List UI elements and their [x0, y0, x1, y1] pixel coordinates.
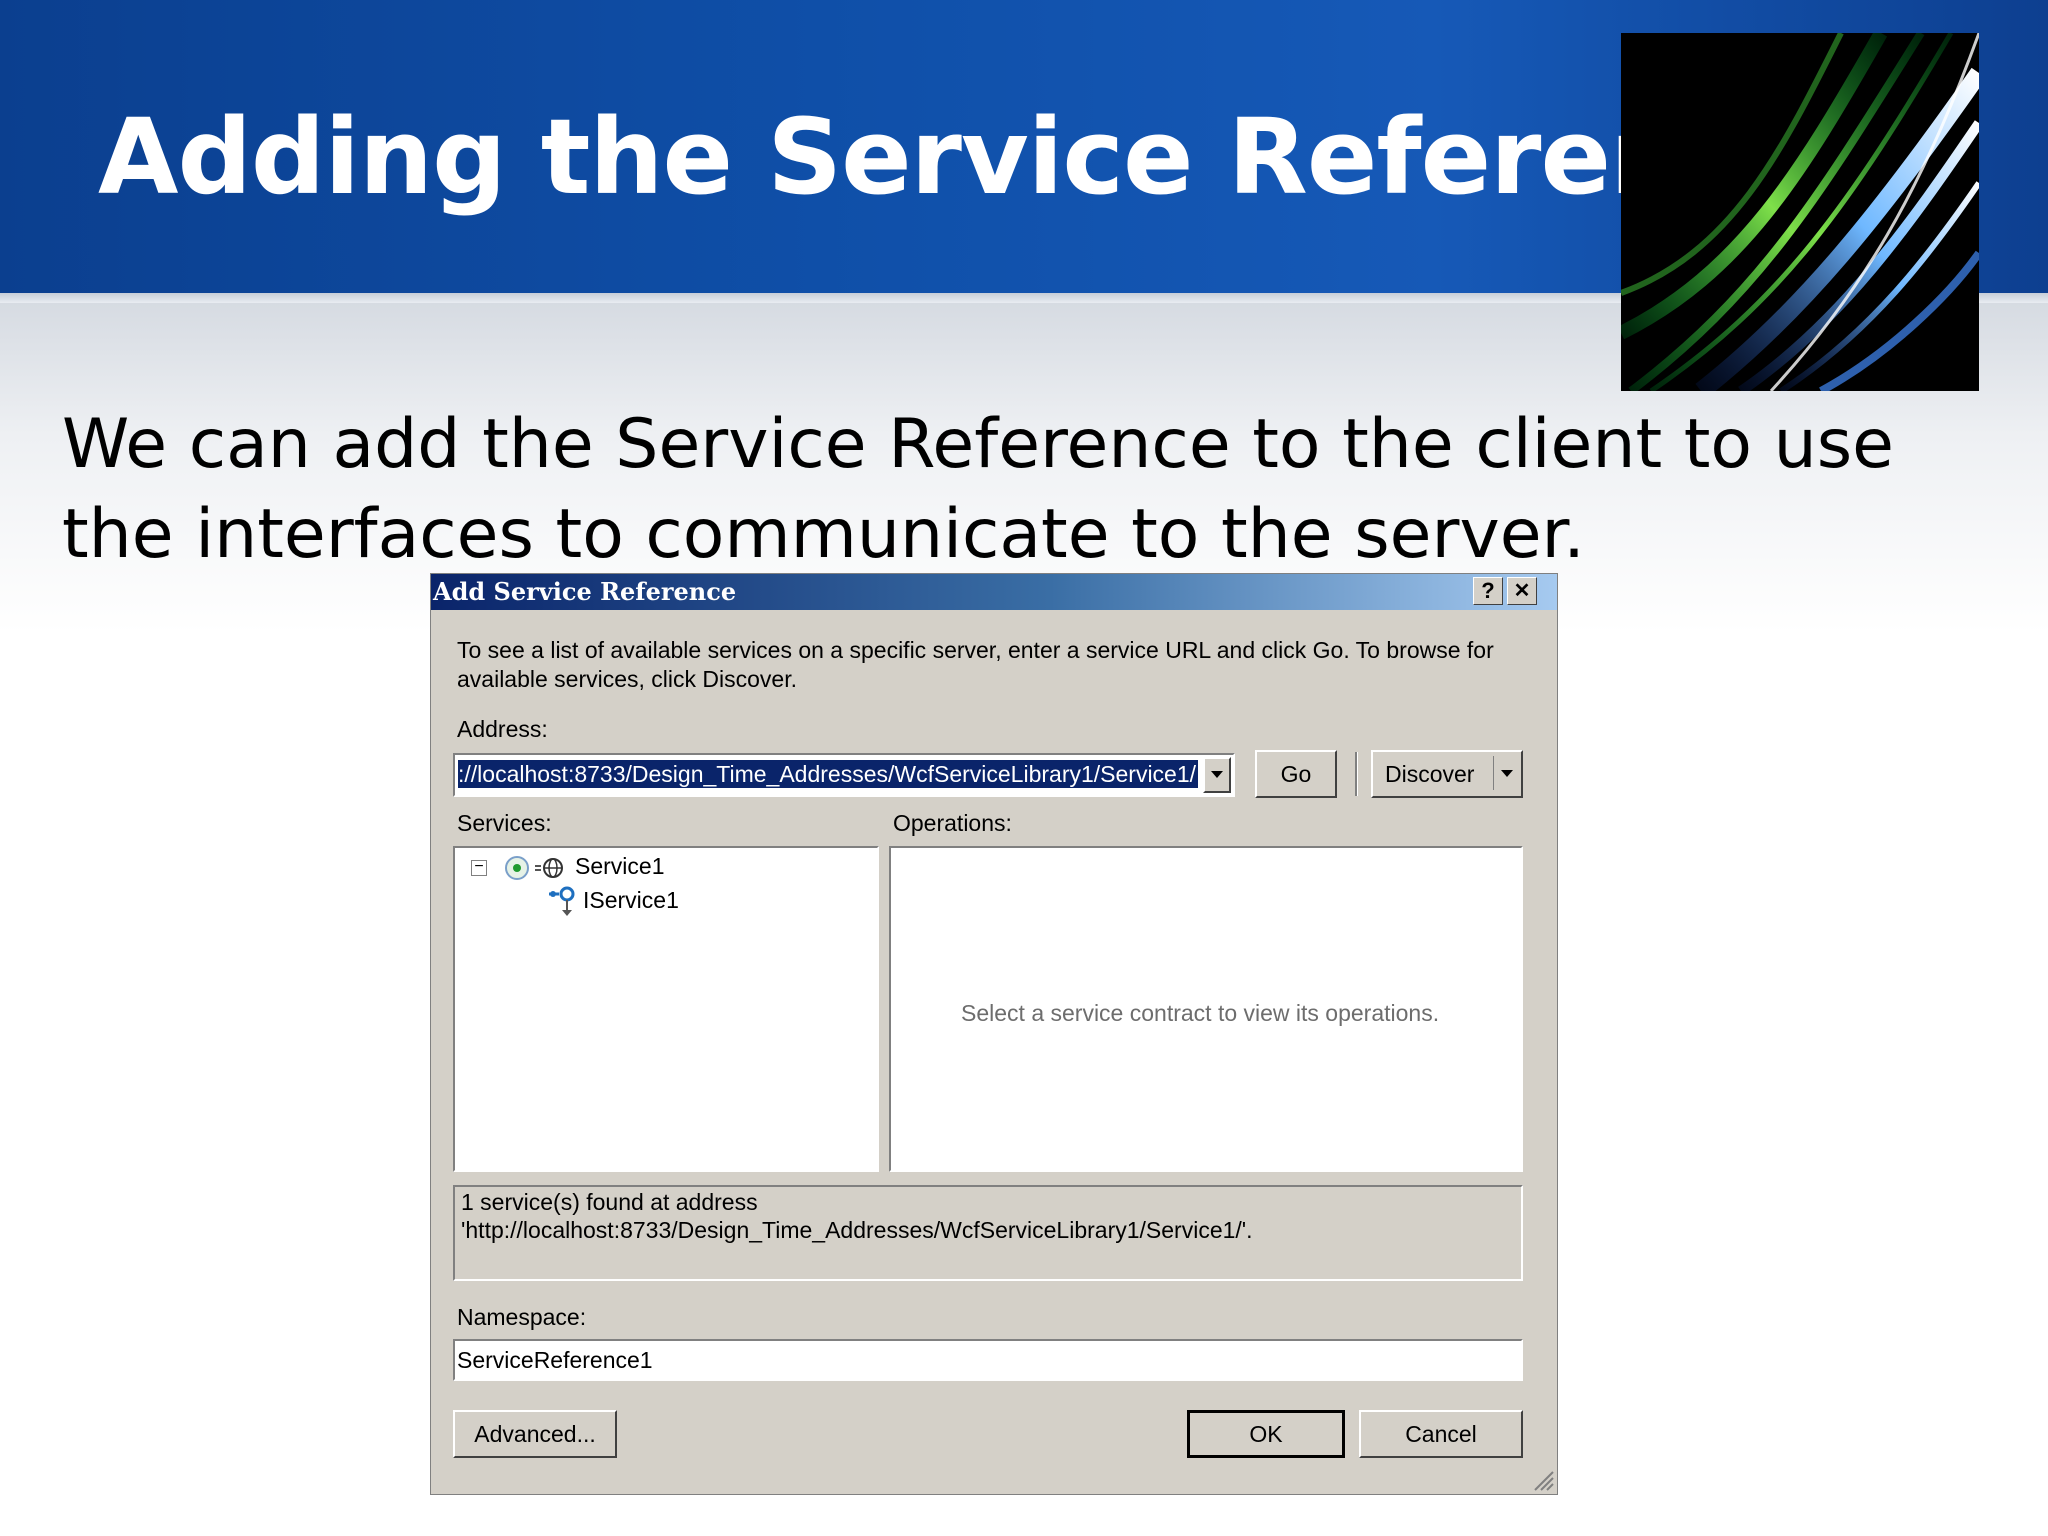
services-label: Services:	[457, 810, 552, 836]
slide-body-text: We can add the Service Reference to the …	[62, 405, 1894, 574]
discover-button[interactable]: Discover	[1371, 750, 1523, 798]
status-line-1: 1 service(s) found at address	[461, 1189, 758, 1215]
service-radio-icon	[505, 856, 529, 880]
operations-label: Operations:	[893, 810, 1012, 836]
ok-button[interactable]: OK	[1187, 1410, 1345, 1458]
slide-title: Adding the Service Reference	[98, 96, 1814, 218]
chevron-down-icon[interactable]	[1501, 770, 1513, 777]
operations-placeholder: Select a service contract to view its op…	[961, 1000, 1440, 1026]
tree-expander-icon[interactable]: −	[471, 859, 487, 876]
discovery-status-box: 1 service(s) found at address 'http://lo…	[453, 1185, 1523, 1281]
discover-label: Discover	[1385, 761, 1475, 787]
tree-item-service1[interactable]: Service1	[575, 853, 664, 880]
operations-list[interactable]: Select a service contract to view its op…	[889, 846, 1523, 1172]
dialog-instructions: To see a list of available services on a…	[457, 637, 1494, 692]
tree-item-iservice1[interactable]: IService1	[583, 887, 679, 914]
toolbar-separator	[1355, 752, 1358, 796]
dialog-titlebar[interactable]: Add Service Reference ? ✕	[431, 574, 1557, 610]
discover-split-divider	[1493, 756, 1494, 790]
go-button[interactable]: Go	[1255, 750, 1337, 798]
cancel-button[interactable]: Cancel	[1359, 1410, 1523, 1458]
advanced-button[interactable]: Advanced...	[453, 1410, 617, 1458]
light-streaks-graphic	[1621, 33, 1979, 391]
address-dropdown-arrow[interactable]	[1203, 757, 1231, 793]
add-service-reference-dialog: Add Service Reference ? ✕ To see a list …	[430, 573, 1558, 1495]
help-button[interactable]: ?	[1473, 577, 1503, 605]
address-label: Address:	[457, 716, 548, 742]
dialog-title: Add Service Reference	[433, 577, 737, 606]
address-combobox[interactable]: ://localhost:8733/Design_Time_Addresses/…	[453, 753, 1235, 797]
resize-grip-icon[interactable]	[1529, 1466, 1555, 1492]
abstract-light-image	[1621, 33, 1979, 391]
globe-icon	[535, 856, 565, 885]
services-tree[interactable]: − Service1 IService1	[453, 846, 879, 1172]
namespace-label: Namespace:	[457, 1304, 587, 1330]
service-contract-icon	[547, 886, 579, 923]
address-input[interactable]: ://localhost:8733/Design_Time_Addresses/…	[458, 760, 1198, 788]
close-button[interactable]: ✕	[1507, 577, 1537, 605]
status-line-2: 'http://localhost:8733/Design_Time_Addre…	[461, 1217, 1253, 1243]
namespace-value: ServiceReference1	[457, 1347, 653, 1373]
namespace-field[interactable]: ServiceReference1	[453, 1339, 1523, 1381]
